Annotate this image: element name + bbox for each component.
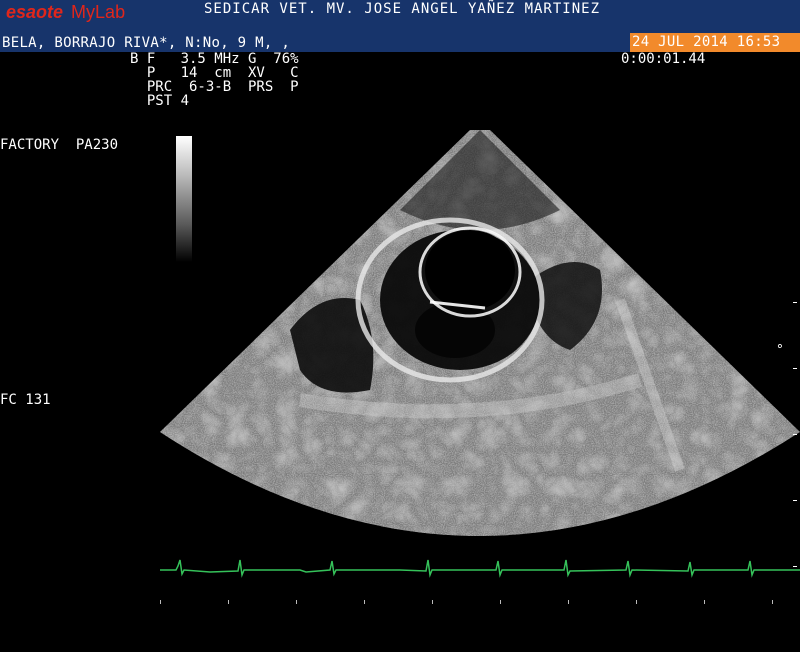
ecg-trace-icon (160, 559, 800, 578)
depth-scale (793, 302, 797, 567)
sector-fan (160, 130, 800, 536)
time-axis-ticks (160, 600, 773, 604)
focus-marker: ° (776, 343, 784, 358)
ultrasound-image (160, 130, 800, 604)
